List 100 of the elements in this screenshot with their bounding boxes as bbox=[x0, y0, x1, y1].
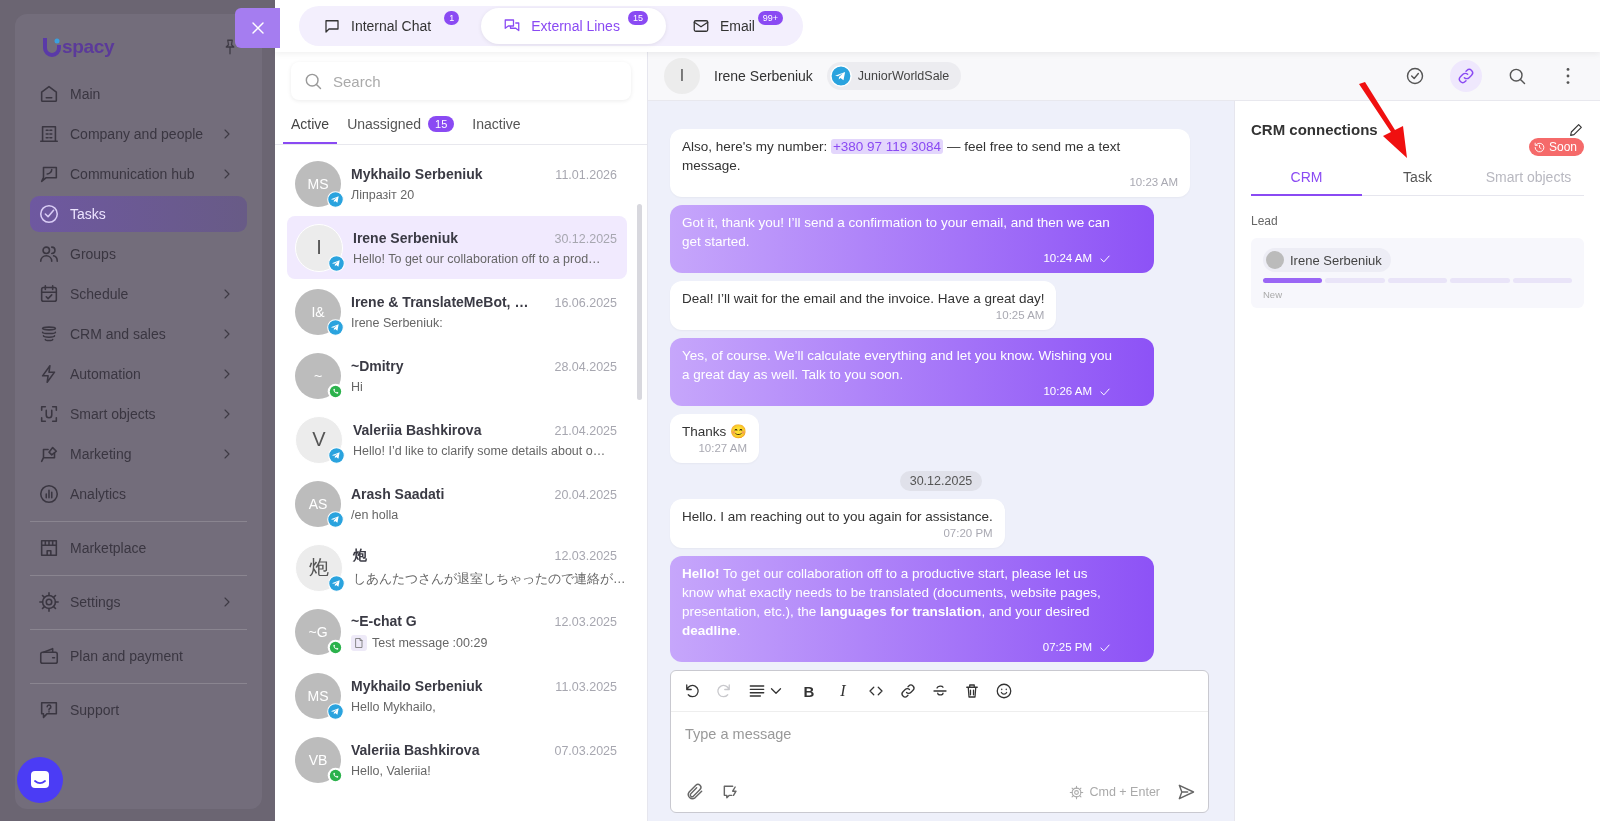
envelope-icon bbox=[691, 17, 710, 35]
date-separator: 30.12.2025 bbox=[899, 471, 983, 491]
home-icon bbox=[38, 83, 60, 105]
contact-name: Irene Serbeniuk bbox=[353, 229, 459, 246]
chat-date: 07.03.2025 bbox=[554, 743, 617, 758]
chat-date: 20.04.2025 bbox=[554, 487, 617, 502]
more-icon bbox=[1566, 68, 1570, 84]
search-field[interactable]: Search bbox=[291, 62, 631, 100]
chat-date: 11.03.2025 bbox=[555, 679, 617, 694]
avatar: V bbox=[295, 415, 343, 464]
chat-list-item[interactable]: ~ ~Dmitry 28.04.2025 Hi bbox=[287, 344, 627, 407]
avatar: 炮 bbox=[295, 543, 343, 592]
message-text: Yes, of course. We’ll calculate everything and let you know. Wishing you a great day as well. Talk to you soon. bbox=[682, 347, 1112, 384]
message-time: 10:24 AM bbox=[1043, 251, 1092, 266]
phone-link[interactable]: +380 97 119 3084 bbox=[830, 139, 944, 154]
sidebar-item[interactable]: Tasks bbox=[30, 196, 247, 232]
chat-list-item[interactable]: VB Valeriia Bashkirova 07.03.2025 Hello, Valeriia! bbox=[287, 728, 627, 791]
count-badge: 15 bbox=[627, 11, 648, 25]
shortcut-hint: Cmd + Enter bbox=[1089, 785, 1160, 799]
message-preview: Hello! I’d like to clarify some details about o… bbox=[353, 443, 606, 458]
message-preview: /en holla bbox=[351, 507, 399, 522]
clock-icon bbox=[1532, 140, 1546, 154]
people-icon bbox=[38, 243, 60, 265]
contact-name: ~E-chat G bbox=[351, 612, 417, 629]
message-time: 10:25 AM bbox=[995, 308, 1045, 323]
chat-list-item[interactable]: V Valeriia Bashkirova 21.04.2025 Hello! I’d like to clarify some details about o… bbox=[287, 408, 627, 471]
italic-button[interactable]: I bbox=[833, 682, 853, 700]
smiley-button[interactable] bbox=[995, 682, 1013, 700]
contact-name: Valeriia Bashkirova bbox=[353, 421, 482, 438]
chat-list-item[interactable]: AS Arash Saadati 20.04.2025 /en holla bbox=[287, 472, 627, 535]
message-text: Thanks 😊 bbox=[682, 423, 748, 441]
channel-tab[interactable]: External Lines 15 bbox=[481, 8, 666, 44]
chat-date: 21.04.2025 bbox=[554, 423, 617, 438]
panel-title: CRM connections bbox=[1251, 121, 1378, 138]
contact-name: 炮 bbox=[353, 547, 367, 565]
message-preview: Hello Mykhailo, bbox=[351, 699, 436, 714]
link-button[interactable] bbox=[899, 682, 917, 700]
contact-name: Irene & TranslateMeBot, … bbox=[351, 293, 529, 310]
avatar: MS bbox=[295, 160, 341, 207]
lead-card[interactable]: Irene Serbeniuk New bbox=[1251, 238, 1584, 308]
undo-icon bbox=[683, 682, 701, 700]
chat-list-item[interactable]: 炮 炮 12.03.2025 しあんたつさんが退室しちゃったので連絡が… bbox=[287, 536, 627, 599]
message-preview: Ліпразіт 20 bbox=[351, 187, 415, 202]
count-badge: 15 bbox=[428, 116, 455, 132]
channel-tab[interactable]: Internal Chat 1 bbox=[301, 8, 478, 44]
message-composer[interactable]: B I Type a message Cmd + Enter bbox=[670, 670, 1209, 813]
message-time: 07:25 PM bbox=[1042, 640, 1092, 655]
contact-name: Mykhailo Serbeniuk bbox=[351, 165, 483, 182]
chat-list-item[interactable]: ~G ~E-chat G 12.03.2025 Test message :00:29 bbox=[287, 600, 627, 663]
contact-name: ~Dmitry bbox=[351, 357, 404, 374]
lead-chip[interactable]: Irene Serbeniuk bbox=[1263, 248, 1391, 272]
filter-tab[interactable]: Active bbox=[283, 106, 338, 144]
trash-button[interactable] bbox=[963, 682, 981, 700]
avatar: I& bbox=[295, 288, 341, 335]
chat-date: 12.03.2025 bbox=[554, 614, 617, 629]
smiley-icon bbox=[995, 682, 1013, 700]
count-badge: 1 bbox=[444, 11, 460, 25]
contact-name: Arash Saadati bbox=[351, 485, 445, 502]
chat-date: 11.01.2026 bbox=[555, 167, 617, 182]
count-badge: 99+ bbox=[757, 11, 783, 25]
scrollbar[interactable] bbox=[637, 204, 642, 400]
chat-list-item[interactable]: MS Mykhailo Serbeniuk 11.03.2025 Hello Mykhailo, bbox=[287, 664, 627, 727]
bold-button[interactable]: B bbox=[799, 682, 819, 700]
message-text: Hello. I am reaching out to you again for assistance. bbox=[682, 508, 993, 526]
panel-tab[interactable]: CRM bbox=[1251, 160, 1362, 196]
pencil-icon[interactable] bbox=[1568, 121, 1584, 138]
chat-list-item[interactable]: I& Irene & TranslateMeBot, … 16.06.2025 Irene Serbeniuk: bbox=[287, 280, 627, 343]
tick-circle-icon bbox=[1405, 66, 1425, 86]
contact-name: Valeriia Bashkirova bbox=[351, 741, 480, 758]
filter-tab[interactable]: Inactive bbox=[464, 106, 529, 144]
filter-tab[interactable]: Unassigned 15 bbox=[339, 106, 463, 144]
chat-date: 30.12.2025 bbox=[554, 231, 617, 246]
message-preview: Test message :00:29 bbox=[372, 635, 488, 650]
trash-icon bbox=[963, 682, 981, 700]
search-input[interactable]: Search bbox=[331, 71, 619, 91]
avatar: AS bbox=[295, 480, 341, 527]
message-time: 10:27 AM bbox=[698, 441, 748, 456]
store-icon bbox=[38, 537, 60, 559]
panel-tab[interactable]: Task bbox=[1362, 160, 1473, 196]
chat-list-item[interactable]: I Irene Serbeniuk 30.12.2025 Hello! To get our collaboration off to a prod… bbox=[287, 216, 627, 279]
avatar: ~ bbox=[295, 352, 341, 399]
link-icon bbox=[1456, 66, 1476, 86]
message-text: Also, here's my number: +380 97 119 3084 — feel free to send me a text message. bbox=[682, 138, 1122, 175]
settings-icon bbox=[38, 591, 60, 613]
message-time: 10:26 AM bbox=[1043, 384, 1092, 399]
avatar bbox=[1266, 251, 1284, 269]
message-preview: Hi bbox=[351, 379, 363, 394]
avatar: I bbox=[295, 223, 343, 272]
building-icon bbox=[38, 123, 60, 145]
undo-button[interactable] bbox=[683, 682, 701, 700]
send-icon[interactable] bbox=[1176, 782, 1196, 802]
paperclip-icon[interactable] bbox=[685, 782, 705, 802]
stage-label: New bbox=[1263, 289, 1283, 300]
chat-date: 12.03.2025 bbox=[554, 549, 617, 563]
avatar: MS bbox=[295, 672, 341, 719]
message-time: 10:23 AM bbox=[1129, 175, 1178, 190]
channel-tab[interactable]: Email 99+ bbox=[669, 8, 801, 44]
search-icon bbox=[303, 71, 323, 91]
chat-list-item[interactable]: MS Mykhailo Serbeniuk 11.01.2026 Ліпразіт 20 bbox=[287, 152, 627, 215]
wallet-icon bbox=[38, 645, 60, 667]
